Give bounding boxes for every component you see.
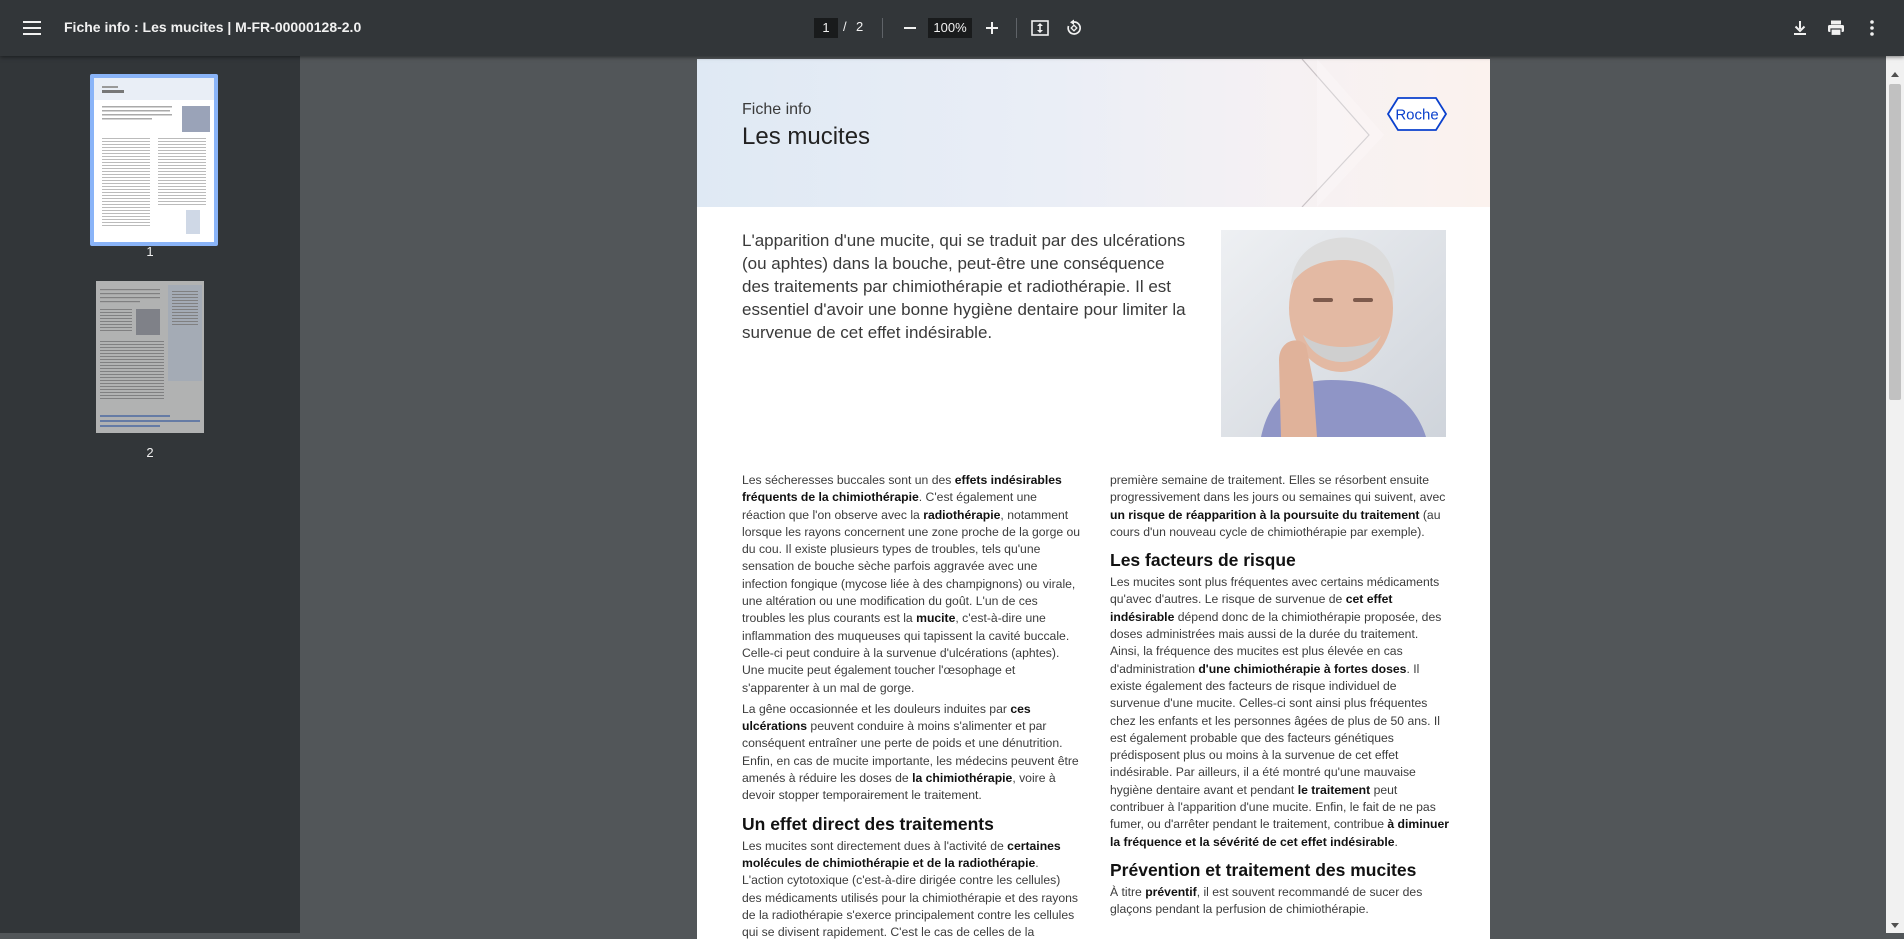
paragraph: première semaine de traitement. Elles se… <box>1110 472 1450 541</box>
scroll-down-arrow-icon[interactable] <box>1886 917 1904 933</box>
page-thumbnail-preview <box>94 78 214 242</box>
left-column: Les sécheresses buccales sont un des eff… <box>742 472 1082 939</box>
text-run: , notamment lorsque les rayons concernen… <box>742 507 1081 626</box>
pdf-toolbar: Fiche info : Les mucites | M-FR-00000128… <box>0 0 1904 56</box>
intro-text: L'apparition d'une mucite, qui se tradui… <box>742 231 1186 342</box>
text-run: . Il existe également des facteurs de ri… <box>1110 661 1440 797</box>
document-label: Fiche info <box>742 101 812 118</box>
paragraph: La gêne occasionnée et les douleurs indu… <box>742 701 1082 805</box>
thumbnail-sidebar: 1 2 <box>0 56 300 933</box>
page-thumbnail-2[interactable] <box>96 281 204 433</box>
pdf-page: Fiche info Les mucites Roche L'apparitio… <box>697 59 1490 939</box>
text-run: À titre <box>1110 884 1146 899</box>
bold-text: préventif <box>1145 884 1197 899</box>
paragraph: Les mucites sont plus fréquentes avec ce… <box>1110 574 1450 851</box>
bold-text: un risque de réapparition à la poursuite… <box>1110 507 1420 522</box>
vertical-scrollbar[interactable] <box>1886 56 1904 933</box>
bold-text: d'une chimiothérapie à fortes doses <box>1198 661 1407 676</box>
zoom-out-icon[interactable] <box>896 14 924 42</box>
man-toothache-photo <box>1221 230 1446 437</box>
toolbar-divider <box>882 18 883 38</box>
section-heading: Les facteurs de risque <box>1110 550 1296 571</box>
right-column: première semaine de traitement. Elles se… <box>1110 472 1450 919</box>
paragraph: Les mucites sont directement dues à l'ac… <box>742 838 1082 939</box>
page-thumbnail-1[interactable] <box>90 74 218 246</box>
thumbnail-label: 1 <box>146 244 154 259</box>
page-total: 2 <box>856 19 864 34</box>
zoom-in-icon[interactable] <box>978 14 1006 42</box>
text-run: Les sécheresses buccales sont un des <box>742 473 955 487</box>
toolbar-divider <box>1016 18 1017 38</box>
paragraph: À titre préventif, il est souvent recomm… <box>1110 884 1450 919</box>
rotate-icon[interactable] <box>1060 14 1088 42</box>
more-options-icon[interactable] <box>1858 14 1886 42</box>
bold-text: la chimiothérapie <box>912 771 1013 786</box>
zoom-level-input[interactable]: 100% <box>928 18 972 38</box>
section-heading: Un effet direct des traitements <box>742 813 994 834</box>
fit-to-page-icon[interactable] <box>1026 14 1054 42</box>
roche-logo: Roche <box>1386 97 1448 136</box>
page-thumbnail-preview <box>96 281 204 433</box>
print-icon[interactable] <box>1822 14 1850 42</box>
paragraph: Les sécheresses buccales sont un des eff… <box>742 472 1082 697</box>
page-separator: / <box>843 19 847 34</box>
text-run: La gêne occasionnée et les douleurs indu… <box>742 701 1011 716</box>
roche-logo-text: Roche <box>1395 107 1438 124</box>
text-run: première semaine de traitement. Elles se… <box>1110 473 1446 505</box>
thumbnail-label: 2 <box>146 445 154 460</box>
scroll-up-arrow-icon[interactable] <box>1886 66 1904 82</box>
section-heading: Prévention et traitement des mucites <box>1110 859 1417 880</box>
document-title: Fiche info : Les mucites | M-FR-00000128… <box>64 19 362 35</box>
page-number-input[interactable]: 1 <box>814 18 838 38</box>
text-run: Les mucites sont directement dues à l'ac… <box>742 838 1008 853</box>
download-icon[interactable] <box>1786 14 1814 42</box>
menu-icon[interactable] <box>18 14 46 42</box>
bold-text: le traitement <box>1297 782 1371 797</box>
bold-text: mucite <box>916 611 956 626</box>
bold-text: radiothérapie <box>923 507 1001 522</box>
scrollbar-thumb[interactable] <box>1889 84 1901 400</box>
document-heading: Les mucites <box>742 123 871 150</box>
text-run: . <box>1394 834 1398 849</box>
